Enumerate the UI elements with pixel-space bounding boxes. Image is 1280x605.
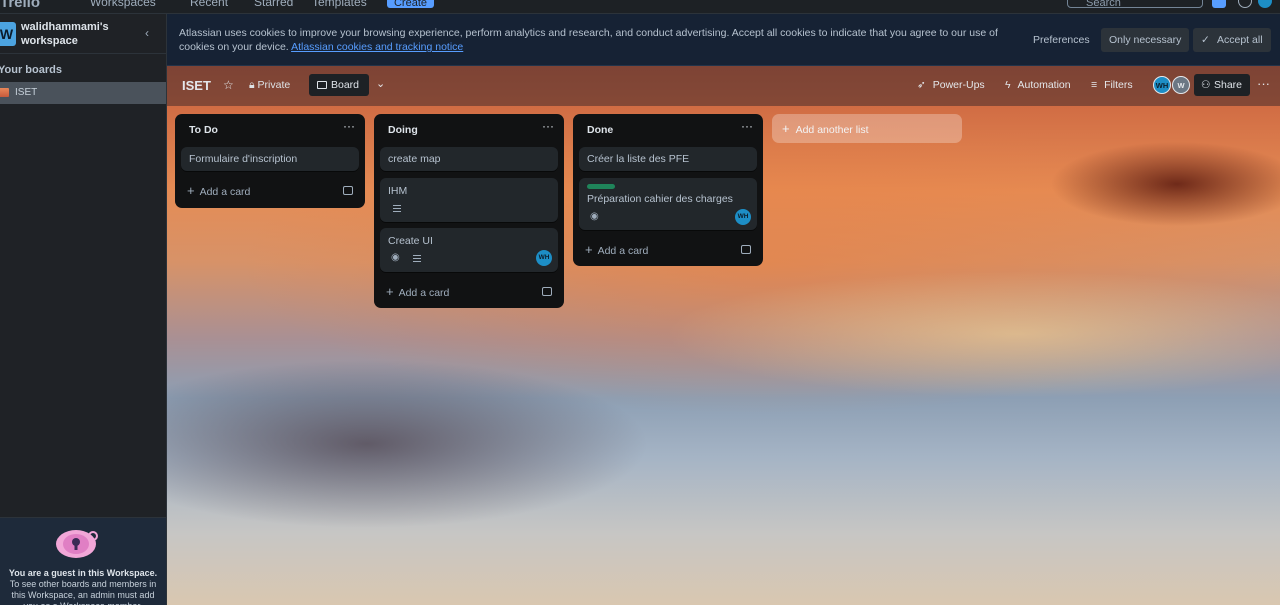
top-navigation: Trello Workspaces Recent Starred Templat…: [0, 0, 1280, 14]
board-title[interactable]: ISET: [182, 78, 211, 93]
more-icon[interactable]: ···: [1257, 76, 1270, 91]
check-icon: ✓: [1201, 34, 1210, 46]
cookie-banner: Atlassian uses cookies to improve your b…: [167, 14, 1280, 66]
board-thumbnail: [0, 88, 9, 97]
search-input[interactable]: Search: [1067, 0, 1203, 9]
eye-icon: ◉: [590, 211, 599, 222]
template-icon[interactable]: [542, 287, 552, 296]
list-title[interactable]: To Do: [189, 124, 218, 136]
workspace-logo: W: [0, 22, 16, 46]
member-avatar[interactable]: WH: [1153, 76, 1171, 94]
plus-icon: +: [782, 121, 790, 136]
visibility-button[interactable]: 🔒︎ Private: [249, 79, 290, 92]
board-header: ISET ☆ 🔒︎ Private Board ⌄ ➶ Power-Ups ϟ …: [167, 66, 1280, 106]
template-icon[interactable]: [741, 245, 751, 254]
lock-icon: 🔒︎: [249, 79, 255, 91]
member-avatar[interactable]: WH: [536, 250, 552, 266]
star-icon[interactable]: ☆: [223, 78, 234, 92]
help-icon[interactable]: [1238, 0, 1252, 8]
workspace-name: walidhammami's workspace: [21, 21, 109, 47]
add-card-button[interactable]: + Add a card: [187, 183, 250, 198]
add-person-icon: ⚇: [1201, 79, 1211, 91]
sidebar-item-iset[interactable]: ISET: [0, 82, 166, 104]
cookie-text: Atlassian uses cookies to improve your b…: [179, 27, 998, 53]
workspace-header[interactable]: W walidhammami's workspace ‹: [0, 14, 166, 54]
eye-icon: ◉: [391, 252, 400, 263]
list-title[interactable]: Done: [587, 124, 613, 136]
nav-templates[interactable]: Templates: [312, 0, 367, 9]
description-icon: [393, 205, 401, 212]
your-boards-heading: Your boards: [0, 64, 62, 76]
card[interactable]: IHM: [380, 178, 558, 222]
member-avatar[interactable]: WH: [735, 209, 751, 225]
list-to-do: To Do ··· Formulaire d'inscription + Add …: [175, 114, 365, 208]
card-title: IHM: [388, 185, 408, 197]
card[interactable]: Formulaire d'inscription: [181, 147, 359, 171]
preferences-button[interactable]: Preferences: [1025, 28, 1098, 52]
card[interactable]: create map: [380, 147, 558, 171]
card-title: Formulaire d'inscription: [189, 153, 298, 165]
trello-logo[interactable]: Trello: [0, 0, 40, 11]
member-avatar[interactable]: W: [1172, 76, 1190, 94]
add-card-button[interactable]: + Add a card: [386, 284, 449, 299]
guest-text: To see other boards and members in this …: [9, 579, 157, 605]
accept-all-button[interactable]: ✓ Accept all: [1193, 28, 1271, 52]
nav-workspaces[interactable]: Workspaces: [90, 0, 156, 9]
template-icon[interactable]: [343, 186, 353, 195]
notification-icon[interactable]: [1212, 0, 1226, 8]
lightning-icon: ϟ: [1005, 79, 1011, 91]
powerups-button[interactable]: ➶ Power-Ups: [917, 79, 985, 91]
rocket-icon: ➶: [917, 79, 926, 91]
nav-starred[interactable]: Starred: [254, 0, 293, 9]
sidebar-item-label: ISET: [15, 87, 38, 98]
account-avatar[interactable]: [1258, 0, 1272, 8]
card[interactable]: Create UI ◉ WH: [380, 228, 558, 272]
nav-recent[interactable]: Recent: [190, 0, 228, 9]
card-title: Create UI: [388, 235, 433, 247]
guest-title: You are a guest in this Workspace.: [8, 568, 158, 578]
sidebar: W walidhammami's workspace ‹ Your boards…: [0, 14, 167, 605]
card[interactable]: Créer la liste des PFE: [579, 147, 757, 171]
add-card-button[interactable]: + Add a card: [585, 242, 648, 257]
plus-icon: +: [585, 242, 593, 257]
filter-icon: ≡: [1091, 79, 1098, 91]
share-button[interactable]: ⚇ Share: [1194, 74, 1250, 96]
plus-icon: +: [187, 183, 195, 198]
board-icon: [317, 81, 327, 89]
list-title[interactable]: Doing: [388, 124, 418, 136]
card[interactable]: Préparation cahier des charges ◉ WH: [579, 178, 757, 230]
guest-notice: You are a guest in this Workspace. To se…: [0, 517, 166, 605]
card-title: create map: [388, 153, 441, 165]
only-necessary-button[interactable]: Only necessary: [1101, 28, 1190, 52]
filters-button[interactable]: ≡ Filters: [1091, 79, 1133, 91]
card-title: Préparation cahier des charges: [587, 193, 733, 205]
lock-illustration-icon: [56, 530, 98, 558]
card-label[interactable]: [587, 184, 615, 189]
cookie-notice-link[interactable]: Atlassian cookies and tracking notice: [291, 41, 463, 53]
board-view-button[interactable]: Board: [309, 74, 369, 96]
description-icon: [413, 255, 421, 262]
more-icon[interactable]: ···: [343, 119, 355, 133]
add-list-button[interactable]: + Add another list: [772, 114, 962, 143]
chevron-left-icon[interactable]: ‹: [140, 26, 154, 40]
plus-icon: +: [386, 284, 394, 299]
list-done: Done ··· Créer la liste des PFE Préparat…: [573, 114, 763, 266]
automation-button[interactable]: ϟ Automation: [1005, 79, 1071, 91]
card-title: Créer la liste des PFE: [587, 153, 690, 165]
create-button[interactable]: Create: [387, 0, 434, 9]
more-icon[interactable]: ···: [741, 119, 753, 133]
list-doing: Doing ··· create map IHM Create UI ◉ WH …: [374, 114, 564, 308]
more-icon[interactable]: ···: [542, 119, 554, 133]
chevron-down-icon[interactable]: ⌄: [376, 77, 385, 90]
